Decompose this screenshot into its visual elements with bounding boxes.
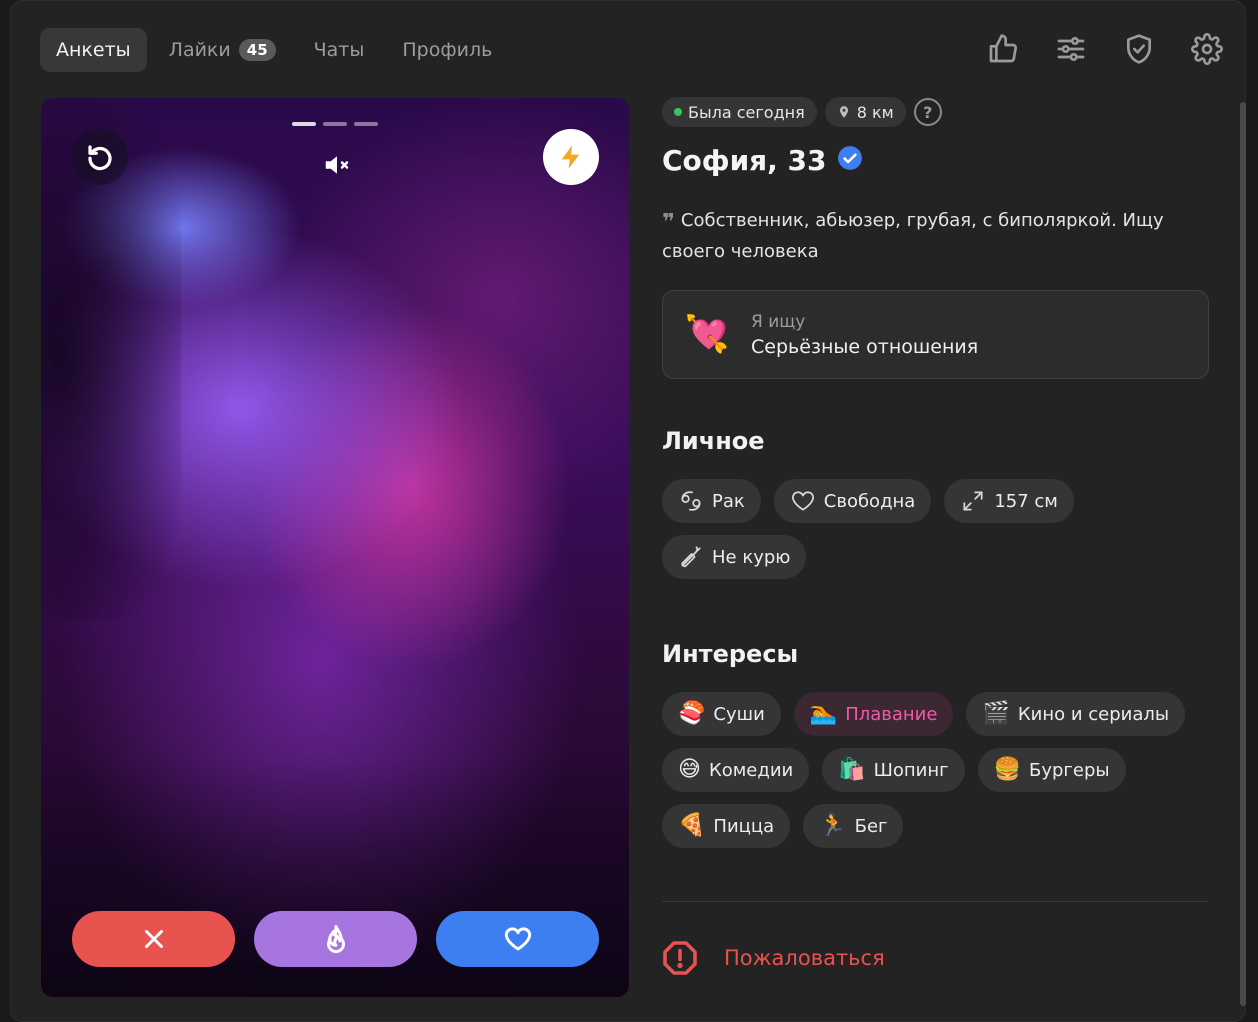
chip-label: Кино и сериалы: [1017, 703, 1170, 725]
help-icon[interactable]: ?: [913, 98, 942, 126]
heart-arrow-icon: 💘: [684, 313, 730, 355]
shopping-bags-icon: 🛍️: [838, 757, 866, 782]
main-tabs: Анкеты Лайки 45 Чаты Профиль: [40, 28, 508, 72]
photo-indicators: [292, 122, 378, 126]
chip-label: Суши: [713, 703, 765, 725]
running-icon: 🏃: [819, 813, 847, 838]
online-dot-icon: [674, 108, 682, 116]
quote-icon: ❞: [662, 210, 675, 235]
interests-section-title: Интересы: [662, 640, 799, 668]
burger-icon: 🍔: [993, 757, 1021, 782]
scrollbar[interactable]: [1240, 102, 1246, 1006]
profile-details: Была сегодня 8 км ? София, 33 ❞ Собственн…: [662, 96, 1210, 848]
interest-chip-pizza: 🍕 Пицца: [662, 804, 791, 848]
distance-badge: 8 км: [824, 97, 906, 127]
personal-chip-relationship: Свободна: [773, 479, 932, 523]
swimming-icon: 🏊: [809, 701, 838, 726]
chip-label: Плавание: [845, 703, 938, 725]
photo-indicator[interactable]: [354, 122, 378, 126]
interest-chip-movies: 🎬 Кино и сериалы: [966, 692, 1186, 736]
tab-label: Анкеты: [56, 39, 131, 61]
mute-icon: [325, 156, 349, 174]
warning-octagon-icon: [663, 941, 697, 975]
toolbar-icons: [986, 30, 1224, 68]
chip-label: Пицца: [713, 815, 775, 837]
tab-label: Чаты: [313, 39, 365, 61]
chip-label: Бег: [854, 815, 888, 837]
personal-chip-smoking: Не курю: [662, 535, 807, 579]
tab-chats[interactable]: Чаты: [298, 28, 381, 72]
photo-indicator[interactable]: [323, 122, 347, 126]
tab-label: Лайки: [168, 39, 231, 61]
personal-chip-zodiac: Рак: [662, 479, 761, 523]
rewind-button[interactable]: [72, 129, 128, 185]
personal-chip-height: 157 см: [944, 479, 1074, 523]
flame-icon: [326, 925, 345, 953]
report-button[interactable]: Пожаловаться: [662, 940, 885, 976]
chip-label: Свободна: [823, 490, 916, 512]
no-smoking-icon: [681, 546, 701, 568]
likes-count-badge: 45: [238, 39, 276, 61]
interest-chip-shopping: 🛍️ Шопинг: [822, 748, 965, 792]
tab-likes[interactable]: Лайки 45: [153, 28, 292, 72]
sushi-icon: 🍣: [678, 701, 706, 726]
interest-chip-running: 🏃 Бег: [803, 804, 904, 848]
expand-arrows-icon: [963, 491, 983, 511]
online-status-badge: Была сегодня: [662, 97, 817, 127]
location-pin-icon: [839, 106, 848, 118]
shield-check-icon[interactable]: [1122, 30, 1156, 68]
tab-label: Профиль: [402, 39, 493, 61]
profile-meta: Была сегодня 8 км ?: [662, 96, 1210, 128]
profile-photo[interactable]: [41, 98, 629, 997]
chip-label: Бургеры: [1029, 759, 1110, 781]
interest-chip-swimming: 🏊 Плавание: [793, 692, 954, 736]
boost-button[interactable]: [543, 129, 599, 185]
mute-button[interactable]: [319, 150, 355, 180]
close-icon: [144, 930, 163, 948]
chip-label: Рак: [712, 490, 745, 512]
verified-badge: [837, 145, 863, 175]
profile-name-age: София, 33: [662, 143, 827, 177]
heart-outline-icon: [791, 491, 814, 511]
swipe-actions: [72, 911, 599, 967]
laughing-face-icon: 😅: [678, 757, 701, 782]
distance-text: 8 км: [856, 102, 894, 122]
name-row: София, 33: [662, 142, 1210, 178]
dislike-button[interactable]: [72, 911, 235, 967]
rewind-icon: [88, 145, 112, 171]
looking-for-label: Я ищу: [751, 311, 806, 332]
online-status-text: Была сегодня: [688, 102, 805, 122]
chip-label: 157 см: [994, 490, 1058, 512]
tab-profile[interactable]: Профиль: [386, 28, 508, 72]
superlike-button[interactable]: [254, 911, 417, 967]
looking-for-value: Серьёзные отношения: [751, 335, 979, 358]
personal-chips: Рак Свободна 157 см Не курю: [662, 479, 1210, 579]
interest-chips: 🍣 Суши 🏊 Плавание 🎬 Кино и сериалы 😅 Ком…: [662, 692, 1210, 848]
pizza-icon: 🍕: [678, 813, 706, 838]
lightning-icon: [561, 145, 580, 169]
report-label: Пожаловаться: [724, 946, 885, 970]
verified-check-icon: [837, 146, 862, 170]
like-button[interactable]: [436, 911, 599, 967]
photo-indicator[interactable]: [292, 122, 316, 126]
personal-section-title: Личное: [662, 427, 765, 455]
bio-text: Собственник, абьюзер, грубая, с биполярк…: [662, 210, 1164, 262]
gear-icon[interactable]: [1190, 30, 1224, 68]
heart-icon: [504, 927, 531, 951]
chip-label: Шопинг: [873, 759, 949, 781]
interest-chip-burgers: 🍔 Бургеры: [977, 748, 1126, 792]
interest-chip-sushi: 🍣 Суши: [662, 692, 781, 736]
cancer-zodiac-icon: [681, 491, 701, 511]
chip-label: Не курю: [712, 546, 791, 568]
profile-bio: ❞ Собственник, абьюзер, грубая, с биполяр…: [662, 206, 1210, 266]
divider: [662, 901, 1208, 902]
chip-label: Комедии: [708, 759, 794, 781]
interest-chip-comedy: 😅 Комедии: [662, 748, 810, 792]
sliders-icon[interactable]: [1054, 30, 1088, 68]
tab-profiles[interactable]: Анкеты: [40, 28, 147, 72]
thumbs-up-icon[interactable]: [986, 30, 1020, 68]
clapperboard-icon: 🎬: [982, 701, 1010, 726]
looking-for-card: 💘 Я ищу Серьёзные отношения: [662, 290, 1209, 379]
